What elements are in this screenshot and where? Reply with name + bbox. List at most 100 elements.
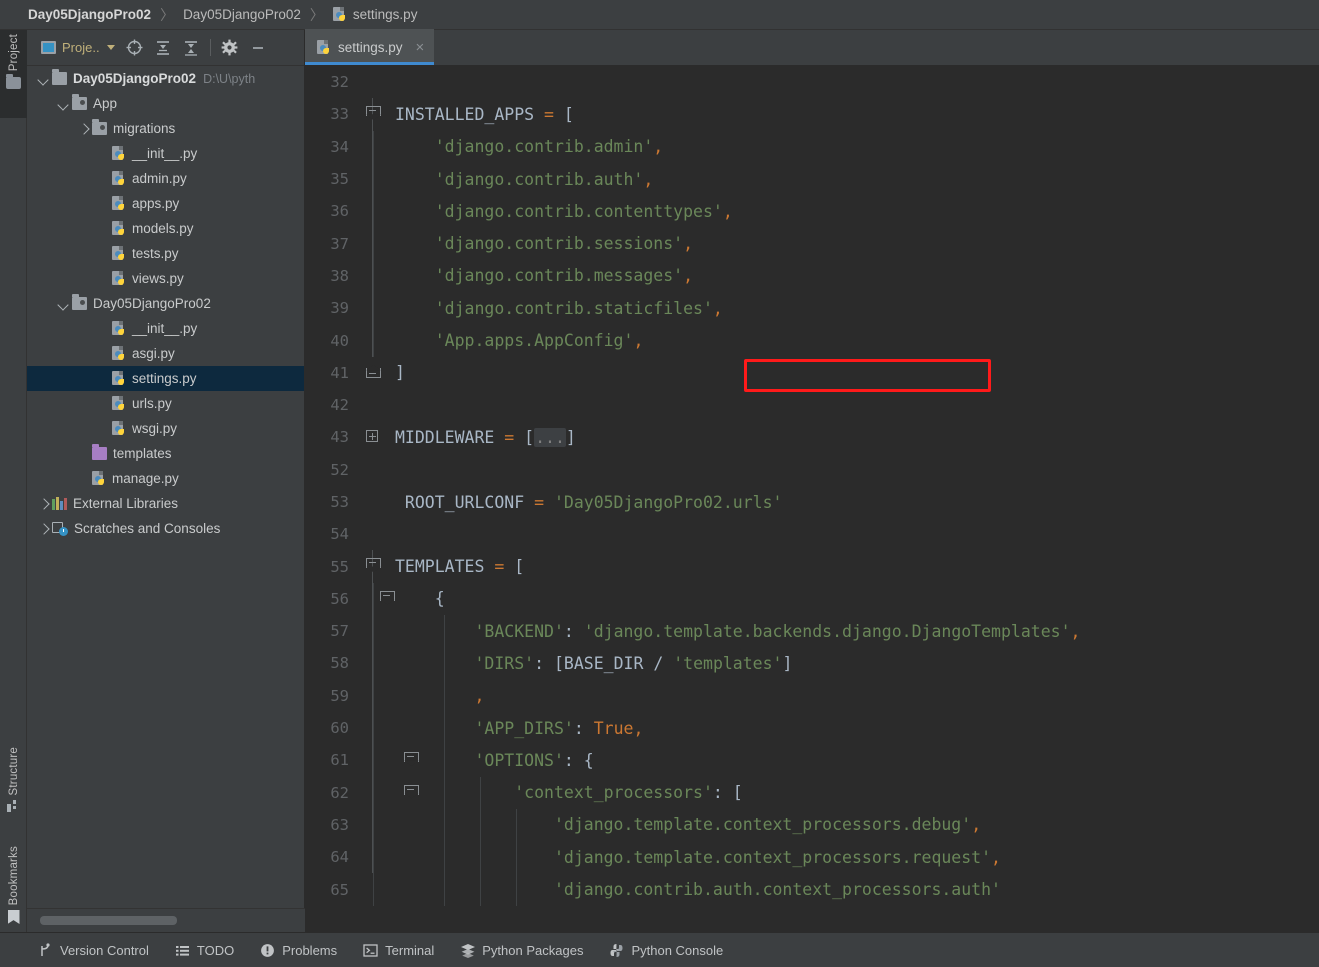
fold-gutter[interactable] [353, 324, 393, 357]
fold-gutter[interactable] [353, 421, 393, 453]
hide-panel-icon[interactable] [244, 34, 272, 62]
fold-gutter[interactable] [353, 195, 393, 228]
fold-expand-icon[interactable] [366, 430, 378, 443]
fold-marker-icon[interactable] [366, 365, 381, 378]
fold-gutter[interactable] [353, 873, 517, 906]
fold-gutter[interactable] [353, 162, 393, 196]
code-text[interactable]: 'BACKEND': 'django.template.backends.dja… [393, 622, 1319, 641]
code-line[interactable]: 34 'django.contrib.admin', [305, 130, 1319, 163]
code-text[interactable]: INSTALLED_APPS = [ [393, 105, 1319, 124]
code-text[interactable]: 'OPTIONS': { [393, 751, 1319, 770]
code-text[interactable]: 'context_processors': [ [393, 783, 1319, 802]
fold-gutter[interactable] [353, 130, 393, 163]
tree-item-manage-py[interactable]: manage.py [27, 466, 304, 491]
sidebar-item-project[interactable]: Project [0, 30, 27, 118]
tree-item-migrations[interactable]: migrations [27, 116, 304, 141]
select-opened-file-icon[interactable] [121, 34, 149, 62]
code-text[interactable]: ] [393, 363, 1319, 382]
chevron-down-icon[interactable] [57, 297, 70, 310]
collapse-all-icon[interactable] [177, 34, 205, 62]
code-text[interactable]: TEMPLATES = [ [393, 557, 1319, 576]
code-text[interactable]: 'django.contrib.staticfiles', [393, 299, 1319, 318]
code-line[interactable]: 55 TEMPLATES = [ [305, 550, 1319, 583]
code-text[interactable]: MIDDLEWARE = [...] [393, 427, 1319, 447]
fold-gutter[interactable] [353, 66, 393, 98]
tree-item-views-py[interactable]: views.py [27, 266, 304, 291]
tree-item-models-py[interactable]: models.py [27, 216, 304, 241]
code-line[interactable]: 58 'DIRS': [BASE_DIR / 'templates'] [305, 647, 1319, 680]
tree-item--init-py[interactable]: __init__.py [27, 316, 304, 341]
fold-marker-icon[interactable] [380, 590, 395, 604]
project-view-selector[interactable]: Proje.. [39, 34, 121, 62]
tree-item-external-libraries[interactable]: External Libraries [27, 491, 304, 516]
sidebar-item-bookmarks[interactable]: Bookmarks [0, 846, 27, 924]
fold-gutter[interactable] [353, 486, 393, 518]
code-text[interactable]: 'django.template.context_processors.debu… [393, 815, 1319, 834]
scrollbar-thumb[interactable] [40, 916, 177, 925]
fold-gutter[interactable] [353, 776, 481, 809]
fold-gutter[interactable] [353, 357, 393, 389]
code-line[interactable]: 53 ROOT_URLCONF = 'Day05DjangoPro02.urls… [305, 486, 1319, 518]
breadcrumb-item-project[interactable]: Day05DjangoPro02 [28, 7, 151, 22]
tree-item-day05djangopro02[interactable]: Day05DjangoPro02 [27, 291, 304, 316]
code-line[interactable]: 63 'django.template.context_processors.d… [305, 808, 1319, 842]
settings-gear-icon[interactable] [216, 34, 244, 62]
code-line[interactable]: 38 'django.contrib.messages', [305, 259, 1319, 293]
code-text[interactable]: 'App.apps.AppConfig', [393, 331, 1319, 350]
status-item-python-packages[interactable]: Python Packages [460, 943, 583, 958]
code-text[interactable]: ROOT_URLCONF = 'Day05DjangoPro02.urls' [393, 493, 1319, 512]
sidebar-item-structure[interactable]: Structure [0, 747, 27, 812]
fold-gutter[interactable] [353, 841, 517, 874]
fold-marker-icon[interactable] [366, 558, 381, 571]
close-icon[interactable]: × [416, 40, 425, 55]
tree-item-tests-py[interactable]: tests.py [27, 241, 304, 266]
tree-item-admin-py[interactable]: admin.py [27, 166, 304, 191]
code-text[interactable]: 'django.contrib.contenttypes', [393, 202, 1319, 221]
tree-item-asgi-py[interactable]: asgi.py [27, 341, 304, 366]
status-item-terminal[interactable]: Terminal [363, 943, 434, 958]
code-line[interactable]: 42 [305, 389, 1319, 421]
code-line[interactable]: 41] [305, 357, 1319, 389]
expand-all-icon[interactable] [149, 34, 177, 62]
code-text[interactable]: 'django.contrib.admin', [393, 137, 1319, 156]
chevron-down-icon[interactable] [37, 72, 50, 85]
tree-item-app[interactable]: App [27, 91, 304, 116]
fold-gutter[interactable] [353, 647, 445, 680]
code-text[interactable]: 'django.contrib.sessions', [393, 234, 1319, 253]
code-line[interactable]: 57 'BACKEND': 'django.template.backends.… [305, 615, 1319, 648]
status-item-version-control[interactable]: Version Control [38, 943, 149, 958]
fold-gutter[interactable] [353, 550, 393, 583]
fold-gutter[interactable] [353, 582, 395, 616]
tree-item-urls-py[interactable]: urls.py [27, 391, 304, 416]
code-line[interactable]: 61 'OPTIONS': { [305, 744, 1319, 777]
fold-marker-icon[interactable] [404, 752, 419, 765]
tree-item-templates[interactable]: templates [27, 441, 304, 466]
fold-gutter[interactable] [353, 292, 393, 325]
code-line[interactable]: 62 'context_processors': [ [305, 776, 1319, 809]
chevron-right-icon[interactable] [37, 522, 50, 535]
fold-gutter[interactable] [353, 679, 445, 712]
code-line[interactable]: 56 { [305, 582, 1319, 616]
code-line[interactable]: 39 'django.contrib.staticfiles', [305, 292, 1319, 325]
status-item-todo[interactable]: TODO [175, 943, 234, 958]
code-line[interactable]: 65 'django.contrib.auth.context_processo… [305, 873, 1319, 906]
code-line[interactable]: 54 [305, 518, 1319, 550]
tab-settings-py[interactable]: settings.py × [305, 29, 435, 65]
chevron-down-icon[interactable] [57, 97, 70, 110]
code-text[interactable]: 'django.contrib.auth', [393, 170, 1319, 189]
status-item-python-console[interactable]: Python Console [609, 943, 723, 958]
code-line[interactable]: 59 , [305, 679, 1319, 712]
code-line[interactable]: 64 'django.template.context_processors.r… [305, 841, 1319, 874]
fold-gutter[interactable] [353, 744, 445, 777]
fold-gutter[interactable] [353, 518, 393, 550]
fold-gutter[interactable] [353, 615, 445, 648]
fold-gutter[interactable] [353, 454, 393, 486]
project-tree[interactable]: Day05DjangoPro02 D:\U\pyth App migrations __… [27, 66, 304, 908]
code-line[interactable]: 33 INSTALLED_APPS = [ [305, 98, 1319, 131]
tree-item-scratches-and-consoles[interactable]: Scratches and Consoles [27, 516, 304, 541]
tree-item-wsgi-py[interactable]: wsgi.py [27, 416, 304, 441]
code-text[interactable]: , [393, 686, 1319, 705]
tree-item-day05djangopro02[interactable]: Day05DjangoPro02 D:\U\pyth [27, 66, 304, 91]
code-text[interactable]: 'DIRS': [BASE_DIR / 'templates'] [393, 654, 1319, 673]
code-editor[interactable]: 32 33 INSTALLED_APPS = [34 'django.contrib… [305, 66, 1319, 932]
